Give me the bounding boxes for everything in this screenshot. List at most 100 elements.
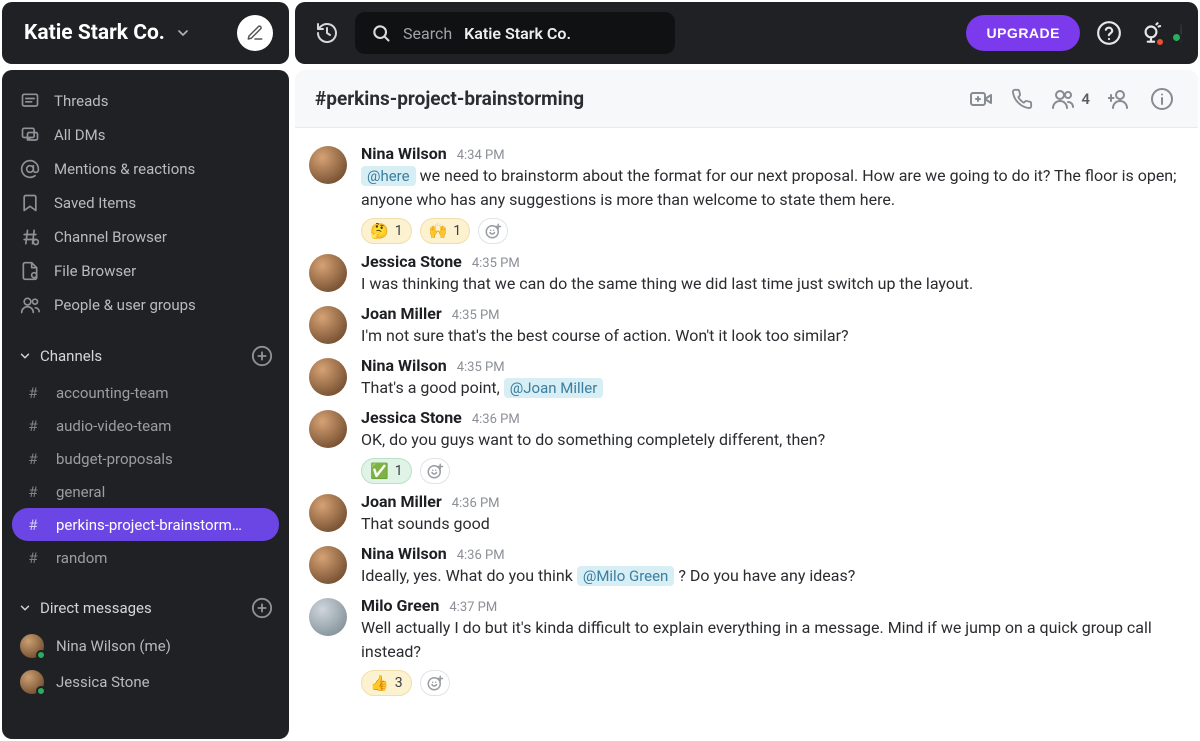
reaction-count: 1 bbox=[395, 223, 403, 239]
add-dm-button[interactable] bbox=[251, 597, 273, 619]
avatar[interactable] bbox=[309, 306, 347, 344]
member-count[interactable]: 4 bbox=[1051, 87, 1090, 111]
reaction[interactable]: 🤔1 bbox=[361, 218, 412, 244]
message-time: 4:35 PM bbox=[452, 308, 500, 323]
reaction[interactable]: 👍3 bbox=[361, 670, 412, 696]
dm-item[interactable]: Nina Wilson (me) bbox=[12, 628, 279, 664]
message-author[interactable]: Joan Miller bbox=[361, 304, 442, 323]
nav-label: Mentions & reactions bbox=[54, 160, 195, 178]
add-reaction-button[interactable] bbox=[420, 670, 450, 696]
search-icon bbox=[371, 23, 391, 43]
channel-item[interactable]: # general bbox=[12, 475, 279, 508]
dms-section-header[interactable]: Direct messages bbox=[12, 588, 279, 628]
channel-browser-icon bbox=[20, 227, 40, 247]
message-time: 4:36 PM bbox=[472, 412, 520, 427]
message: Joan Miller 4:35 PMI'm not sure that's t… bbox=[309, 298, 1180, 350]
add-reaction-button[interactable] bbox=[478, 218, 508, 244]
avatar[interactable] bbox=[309, 254, 347, 292]
nav-label: Channel Browser bbox=[54, 228, 167, 246]
message-author[interactable]: Milo Green bbox=[361, 596, 439, 615]
nav-file-browser[interactable]: File Browser bbox=[12, 254, 279, 288]
add-member-icon[interactable] bbox=[1108, 87, 1132, 111]
hash-icon: # bbox=[24, 549, 42, 567]
help-icon[interactable] bbox=[1096, 20, 1122, 46]
add-channel-button[interactable] bbox=[251, 345, 273, 367]
nav-label: Saved Items bbox=[54, 194, 136, 212]
channel-name: perkins-project-brainstorm… bbox=[56, 516, 242, 534]
nav-mentions[interactable]: Mentions & reactions bbox=[12, 152, 279, 186]
channel-item[interactable]: # random bbox=[12, 541, 279, 574]
mention[interactable]: @Joan Miller bbox=[504, 378, 604, 398]
nav-bookmark[interactable]: Saved Items bbox=[12, 186, 279, 220]
people-icon bbox=[20, 295, 40, 315]
nav-label: People & user groups bbox=[54, 296, 196, 314]
avatar[interactable] bbox=[309, 358, 347, 396]
message: Milo Green 4:37 PMWell actually I do but… bbox=[309, 590, 1180, 698]
channel-item[interactable]: # budget-proposals bbox=[12, 442, 279, 475]
message-author[interactable]: Jessica Stone bbox=[361, 408, 462, 427]
message-author[interactable]: Joan Miller bbox=[361, 492, 442, 511]
message-time: 4:35 PM bbox=[472, 256, 520, 271]
channel-info-icon[interactable] bbox=[1150, 87, 1174, 111]
compose-button[interactable] bbox=[237, 15, 273, 51]
message-time: 4:36 PM bbox=[457, 548, 505, 563]
presence-indicator bbox=[36, 650, 46, 660]
avatar[interactable] bbox=[309, 494, 347, 532]
nav-label: File Browser bbox=[54, 262, 136, 280]
message-author[interactable]: Nina Wilson bbox=[361, 544, 447, 563]
avatar[interactable] bbox=[309, 146, 347, 184]
chevron-down-icon bbox=[18, 349, 32, 363]
start-call-icon[interactable] bbox=[1011, 88, 1033, 110]
message-author[interactable]: Nina Wilson bbox=[361, 144, 447, 163]
mention[interactable]: @Milo Green bbox=[577, 566, 675, 586]
search-input[interactable]: Search Katie Stark Co. bbox=[355, 12, 675, 54]
message: Jessica Stone 4:35 PMI was thinking that… bbox=[309, 246, 1180, 298]
nav-people[interactable]: People & user groups bbox=[12, 288, 279, 322]
mention[interactable]: @here bbox=[361, 166, 416, 186]
start-video-icon[interactable] bbox=[969, 87, 993, 111]
hash-icon: # bbox=[24, 417, 42, 435]
nav-threads[interactable]: Threads bbox=[12, 84, 279, 118]
message: Jessica Stone 4:36 PMOK, do you guys wan… bbox=[309, 402, 1180, 486]
message-text: @here we need to brainstorm about the fo… bbox=[361, 164, 1180, 212]
workspace-switcher[interactable]: Katie Stark Co. bbox=[2, 2, 289, 64]
hash-icon: # bbox=[24, 384, 42, 402]
message-text: Ideally, yes. What do you think @Milo Gr… bbox=[361, 564, 1180, 588]
message-text: Well actually I do but it's kinda diffic… bbox=[361, 616, 1180, 664]
channel-item[interactable]: # accounting-team bbox=[12, 376, 279, 409]
history-icon[interactable] bbox=[315, 21, 339, 45]
presence-indicator bbox=[36, 686, 46, 696]
hash-icon: # bbox=[24, 483, 42, 501]
message: Nina Wilson 4:36 PMIdeally, yes. What do… bbox=[309, 538, 1180, 590]
dm-item[interactable]: Jessica Stone bbox=[12, 664, 279, 700]
message-author[interactable]: Jessica Stone bbox=[361, 252, 462, 271]
upgrade-button[interactable]: UPGRADE bbox=[966, 15, 1080, 51]
avatar bbox=[20, 634, 44, 658]
mentions-icon bbox=[20, 159, 40, 179]
reaction-count: 3 bbox=[395, 675, 403, 691]
chevron-down-icon bbox=[175, 25, 191, 41]
activity-icon[interactable] bbox=[1138, 20, 1164, 46]
avatar[interactable] bbox=[309, 546, 347, 584]
nav-channel-browser[interactable]: Channel Browser bbox=[12, 220, 279, 254]
search-scope: Katie Stark Co. bbox=[464, 24, 571, 43]
threads-icon bbox=[20, 91, 40, 111]
message-text: That's a good point, @Joan Miller bbox=[361, 376, 1180, 400]
nav-label: All DMs bbox=[54, 126, 105, 144]
avatar[interactable] bbox=[309, 410, 347, 448]
message-text: I was thinking that we can do the same t… bbox=[361, 272, 1180, 296]
reaction[interactable]: 🙌1 bbox=[420, 218, 471, 244]
add-reaction-button[interactable] bbox=[420, 458, 450, 484]
channel-title[interactable]: #perkins-project-brainstorming bbox=[315, 87, 584, 110]
channels-section-header[interactable]: Channels bbox=[12, 336, 279, 376]
presence-indicator bbox=[1171, 32, 1182, 43]
avatar[interactable] bbox=[309, 598, 347, 636]
nav-dms[interactable]: All DMs bbox=[12, 118, 279, 152]
bookmark-icon bbox=[20, 193, 40, 213]
channel-item[interactable]: # perkins-project-brainstorm… bbox=[12, 508, 279, 541]
channel-item[interactable]: # audio-video-team bbox=[12, 409, 279, 442]
message-author[interactable]: Nina Wilson bbox=[361, 356, 447, 375]
reaction[interactable]: ✅1 bbox=[361, 458, 412, 484]
current-user-avatar[interactable] bbox=[1180, 24, 1182, 42]
message: Joan Miller 4:36 PMThat sounds good bbox=[309, 486, 1180, 538]
